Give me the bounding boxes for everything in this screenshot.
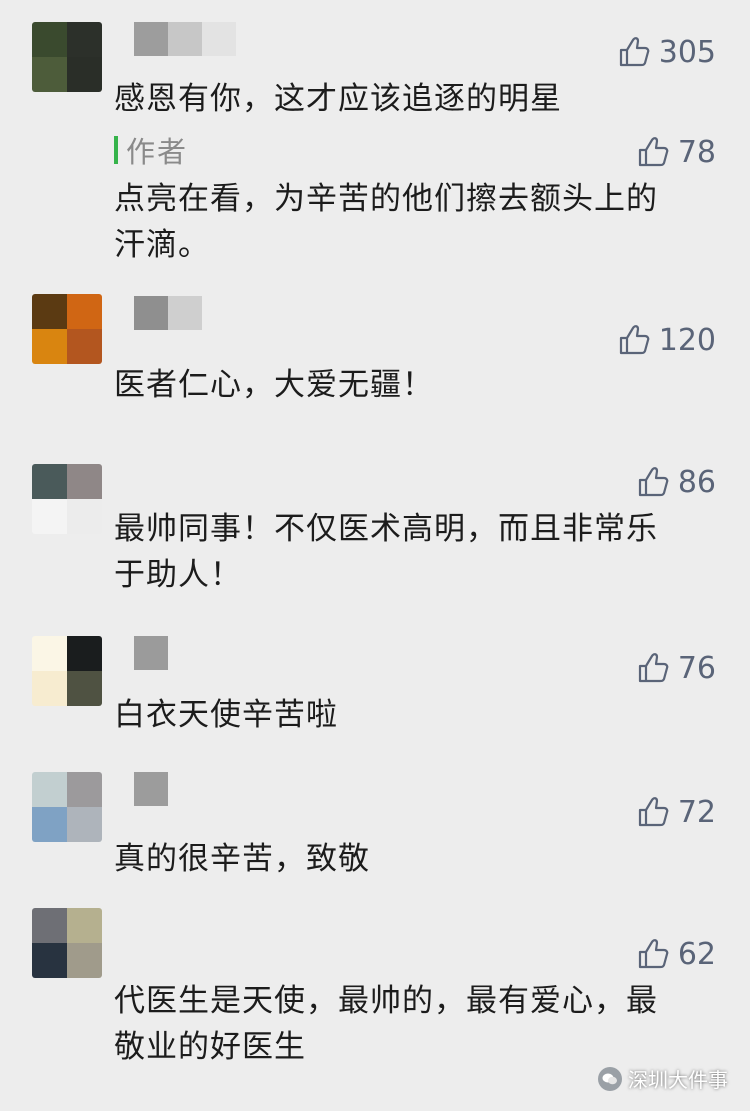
avatar[interactable]	[32, 636, 102, 706]
author-reply-text: 点亮在看，为辛苦的他们擦去额头上的 汗滴。	[114, 176, 694, 268]
thumbs-up-icon	[636, 465, 670, 499]
avatar-tile	[32, 294, 67, 329]
avatar[interactable]	[32, 22, 102, 92]
like-button[interactable]: 305	[617, 32, 716, 72]
comment-text: 感恩有你，这才应该追逐的明星	[114, 81, 562, 117]
like-button[interactable]: 62	[636, 934, 716, 974]
thumbs-up-icon	[617, 323, 651, 357]
reply-line: 汗滴。	[114, 227, 210, 263]
author-reply-header: 作者	[114, 130, 188, 170]
avatar-tile	[32, 57, 67, 92]
thumbs-up-icon	[636, 795, 670, 829]
nickname-blurred	[134, 296, 202, 330]
comment-line: 于助人！	[114, 557, 242, 593]
like-count: 62	[677, 936, 716, 972]
like-button[interactable]: 86	[636, 462, 716, 502]
avatar-tile	[67, 329, 102, 364]
comment-text: 最帅同事！不仅医术高明，而且非常乐 于助人！	[114, 506, 694, 598]
avatar-tile	[32, 329, 67, 364]
avatar-tile	[32, 807, 67, 842]
like-count: 76	[677, 650, 716, 686]
avatar-tile	[67, 499, 102, 534]
reply-line: 点亮在看，为辛苦的他们擦去额头上的	[114, 181, 658, 217]
thumbs-up-icon	[636, 937, 670, 971]
avatar[interactable]	[32, 772, 102, 842]
comment-line: 代医生是天使，最帅的，最有爱心，最	[114, 983, 658, 1019]
comment-text: 白衣天使辛苦啦	[114, 697, 338, 733]
avatar-tile	[67, 908, 102, 943]
source-watermark: 深圳大件事	[598, 1064, 728, 1093]
wechat-icon	[598, 1066, 622, 1091]
avatar-tile	[67, 464, 102, 499]
avatar-tile	[32, 908, 67, 943]
avatar-tile	[32, 943, 67, 978]
avatar-tile	[32, 636, 67, 671]
avatar[interactable]	[32, 464, 102, 534]
like-button[interactable]: 72	[636, 792, 716, 832]
avatar[interactable]	[32, 294, 102, 364]
avatar-tile	[32, 772, 67, 807]
avatar[interactable]	[32, 908, 102, 978]
like-count: 72	[677, 794, 716, 830]
avatar-tile	[67, 636, 102, 671]
avatar-tile	[32, 464, 67, 499]
comment-text: 真的很辛苦，致敬	[114, 841, 370, 877]
like-count: 78	[677, 134, 716, 170]
nickname-blurred	[134, 636, 168, 670]
comment-text: 代医生是天使，最帅的，最有爱心，最 敬业的好医生	[114, 978, 694, 1070]
avatar-tile	[67, 294, 102, 329]
watermark-text: 深圳大件事	[628, 1068, 728, 1092]
like-count: 86	[677, 464, 716, 500]
comment-text: 医者仁心，大爱无疆！	[114, 367, 434, 403]
comment-line: 最帅同事！不仅医术高明，而且非常乐	[114, 511, 658, 547]
avatar-tile	[67, 57, 102, 92]
author-label: 作者	[126, 135, 189, 169]
avatar-tile	[32, 22, 67, 57]
avatar-tile	[67, 943, 102, 978]
avatar-tile	[32, 499, 67, 534]
nickname-blurred	[134, 772, 168, 806]
avatar-tile	[67, 22, 102, 57]
nickname-blurred	[134, 22, 236, 56]
thumbs-up-icon	[617, 35, 651, 69]
avatar-tile	[67, 671, 102, 706]
avatar-tile	[67, 807, 102, 842]
like-count: 305	[658, 34, 716, 70]
like-count: 120	[658, 322, 716, 358]
thumbs-up-icon	[636, 651, 670, 685]
like-button[interactable]: 78	[636, 132, 716, 172]
like-button[interactable]: 76	[636, 648, 716, 688]
avatar-tile	[32, 671, 67, 706]
thumbs-up-icon	[636, 135, 670, 169]
avatar-tile	[67, 772, 102, 807]
author-accent-bar	[114, 136, 118, 164]
like-button[interactable]: 120	[617, 320, 716, 360]
